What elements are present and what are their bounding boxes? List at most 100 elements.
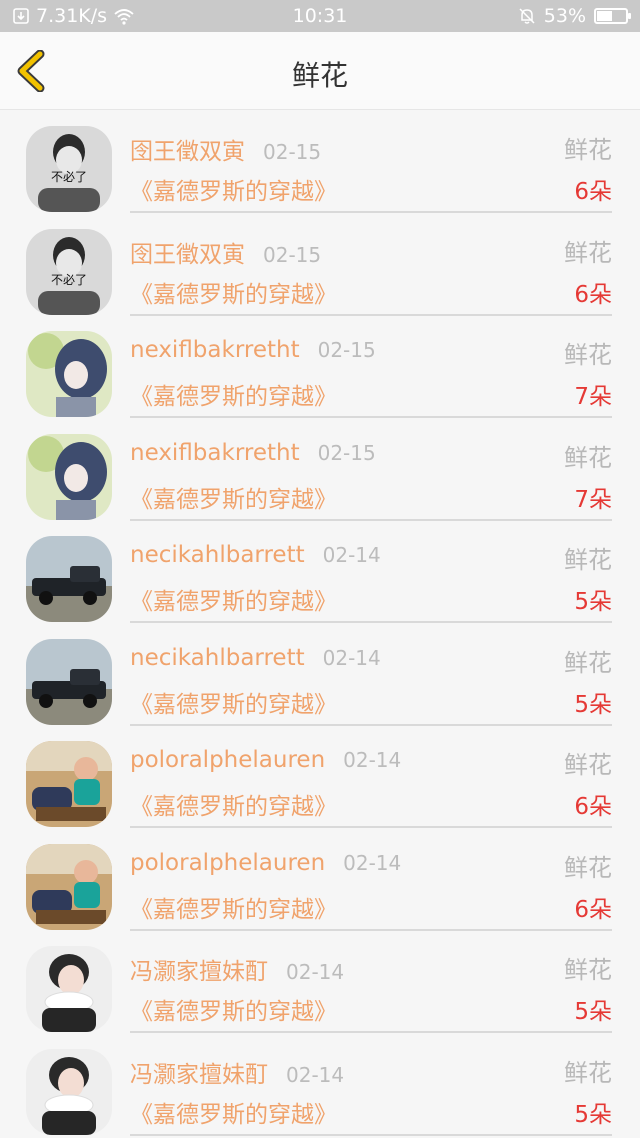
gift-type: 鲜花 bbox=[564, 1058, 612, 1087]
list-item[interactable]: poloralphelauren 02-14 《嘉德罗斯的穿越》 鲜花 6朵 bbox=[0, 725, 640, 828]
avatar[interactable] bbox=[26, 741, 112, 827]
list-item-user[interactable]: poloralphelauren 02-14 bbox=[130, 747, 401, 773]
user-name[interactable]: 冯灏家擅妹酊 bbox=[130, 1062, 268, 1088]
white-scarf-person-avatar-icon bbox=[26, 1048, 112, 1135]
gift-count: 7朵 bbox=[574, 384, 612, 410]
list-item-info: necikahlbarrett 02-14 《嘉德罗斯的穿越》 鲜花 5朵 bbox=[130, 623, 612, 726]
user-name[interactable]: 囹王徵双寅 bbox=[130, 242, 245, 268]
list-item-user[interactable]: poloralphelauren 02-14 bbox=[130, 850, 401, 876]
gift-type: 鲜花 bbox=[564, 238, 612, 267]
avatar[interactable] bbox=[26, 1048, 112, 1135]
book-title[interactable]: 《嘉德罗斯的穿越》 bbox=[130, 1095, 337, 1129]
avatar[interactable] bbox=[26, 433, 112, 520]
user-name[interactable]: necikahlbarrett bbox=[130, 542, 305, 568]
book-title[interactable]: 《嘉德罗斯的穿越》 bbox=[130, 992, 337, 1026]
white-scarf-person-avatar-icon bbox=[26, 946, 112, 1032]
gift-count: 6朵 bbox=[574, 794, 612, 820]
list-item[interactable]: 冯灏家擅妹酊 02-14 《嘉德罗斯的穿越》 鲜花 5朵 bbox=[0, 930, 640, 1033]
flower-record-list: 不必了 囹王徵双寅 02-15 《嘉德罗斯的穿越》 鲜花 6朵 不必了 囹王徵双寅… bbox=[0, 110, 640, 1136]
gift-date: 02-14 bbox=[343, 748, 402, 772]
list-item-user[interactable]: 冯灏家擅妹酊 02-14 bbox=[130, 1055, 344, 1089]
list-item-user[interactable]: 囹王徵双寅 02-15 bbox=[130, 132, 321, 166]
gift-count: 5朵 bbox=[574, 589, 612, 615]
gift-date: 02-14 bbox=[343, 850, 402, 875]
avatar-caption: 不必了 bbox=[51, 170, 87, 184]
gift-date: 02-15 bbox=[317, 440, 376, 465]
user-name[interactable]: nexiflbakrretht bbox=[130, 337, 300, 363]
list-item-user[interactable]: 囹王徵双寅 02-15 bbox=[130, 235, 321, 269]
gift-type: 鲜花 bbox=[564, 853, 612, 882]
gift-count: 5朵 bbox=[574, 1101, 612, 1128]
gift-type: 鲜花 bbox=[564, 136, 612, 164]
user-name[interactable]: poloralphelauren bbox=[130, 747, 325, 773]
gift-date: 02-15 bbox=[263, 140, 322, 164]
list-item-user[interactable]: 冯灏家擅妹酊 02-14 bbox=[130, 952, 344, 986]
user-name[interactable]: 冯灏家擅妹酊 bbox=[130, 959, 268, 985]
battery-icon bbox=[594, 8, 631, 24]
gift-type: 鲜花 bbox=[564, 648, 612, 677]
anime-girl-avatar-icon bbox=[26, 433, 112, 520]
list-item-user[interactable]: necikahlbarrett 02-14 bbox=[130, 645, 381, 671]
book-title[interactable]: 《嘉德罗斯的穿越》 bbox=[130, 582, 337, 616]
gift-count: 5朵 bbox=[574, 999, 612, 1025]
list-item[interactable]: 不必了 囹王徵双寅 02-15 《嘉德罗斯的穿越》 鲜花 6朵 bbox=[0, 213, 640, 316]
book-title[interactable]: 《嘉德罗斯的穿越》 bbox=[130, 890, 337, 924]
battery-fill bbox=[597, 11, 612, 21]
status-bar: 7.31K/s 10:31 53% bbox=[0, 0, 640, 32]
list-item[interactable]: nexiflbakrretht 02-15 《嘉德罗斯的穿越》 鲜花 7朵 bbox=[0, 315, 640, 418]
user-name[interactable]: 囹王徵双寅 bbox=[130, 139, 245, 165]
bw-man-avatar-icon: 不必了 bbox=[26, 126, 112, 212]
gift-type: 鲜花 bbox=[564, 751, 612, 779]
list-item-info: nexiflbakrretht 02-15 《嘉德罗斯的穿越》 鲜花 7朵 bbox=[130, 418, 612, 521]
list-item[interactable]: necikahlbarrett 02-14 《嘉德罗斯的穿越》 鲜花 5朵 bbox=[0, 520, 640, 623]
gift-count: 7朵 bbox=[574, 486, 612, 513]
user-name[interactable]: necikahlbarrett bbox=[130, 645, 305, 671]
bell-off-icon bbox=[519, 8, 535, 24]
list-item-info: 冯灏家擅妹酊 02-14 《嘉德罗斯的穿越》 鲜花 5朵 bbox=[130, 930, 612, 1033]
gift-type: 鲜花 bbox=[564, 956, 612, 984]
book-title[interactable]: 《嘉德罗斯的穿越》 bbox=[130, 275, 337, 309]
list-item-user[interactable]: nexiflbakrretht 02-15 bbox=[130, 337, 376, 363]
avatar-caption: 不必了 bbox=[51, 273, 87, 287]
book-title[interactable]: 《嘉德罗斯的穿越》 bbox=[130, 787, 337, 821]
avatar[interactable] bbox=[26, 946, 112, 1032]
bw-man-avatar-icon: 不必了 bbox=[26, 228, 112, 315]
avatar[interactable] bbox=[26, 843, 112, 930]
gift-count: 6朵 bbox=[574, 179, 612, 205]
list-item-info: poloralphelauren 02-14 《嘉德罗斯的穿越》 鲜花 6朵 bbox=[130, 828, 612, 931]
avatar[interactable] bbox=[26, 536, 112, 622]
avatar[interactable]: 不必了 bbox=[26, 126, 112, 212]
book-title[interactable]: 《嘉德罗斯的穿越》 bbox=[130, 377, 337, 411]
list-item-user[interactable]: nexiflbakrretht 02-15 bbox=[130, 440, 376, 466]
book-title[interactable]: 《嘉德罗斯的穿越》 bbox=[130, 172, 337, 206]
list-item-info: necikahlbarrett 02-14 《嘉德罗斯的穿越》 鲜花 5朵 bbox=[130, 520, 612, 623]
status-right: 53% bbox=[518, 5, 631, 27]
gift-date: 02-14 bbox=[286, 1062, 345, 1087]
list-item-info: 囹王徵双寅 02-15 《嘉德罗斯的穿越》 鲜花 6朵 bbox=[130, 110, 612, 213]
avatar[interactable] bbox=[26, 331, 112, 417]
gift-date: 02-15 bbox=[317, 338, 376, 362]
user-name[interactable]: poloralphelauren bbox=[130, 850, 325, 876]
book-title[interactable]: 《嘉德罗斯的穿越》 bbox=[130, 480, 337, 514]
gift-type: 鲜花 bbox=[564, 443, 612, 472]
vintage-car-avatar-icon bbox=[26, 536, 112, 622]
list-item[interactable]: 冯灏家擅妹酊 02-14 《嘉德罗斯的穿越》 鲜花 5朵 bbox=[0, 1033, 640, 1136]
list-item-info: 囹王徵双寅 02-15 《嘉德罗斯的穿越》 鲜花 6朵 bbox=[130, 213, 612, 316]
user-name[interactable]: nexiflbakrretht bbox=[130, 440, 300, 466]
gift-date: 02-15 bbox=[263, 242, 322, 267]
list-item[interactable]: poloralphelauren 02-14 《嘉德罗斯的穿越》 鲜花 6朵 bbox=[0, 828, 640, 931]
list-item-info: 冯灏家擅妹酊 02-14 《嘉德罗斯的穿越》 鲜花 5朵 bbox=[130, 1033, 612, 1136]
avatar[interactable]: 不必了 bbox=[26, 228, 112, 315]
list-item-user[interactable]: necikahlbarrett 02-14 bbox=[130, 542, 381, 568]
list-item[interactable]: 不必了 囹王徵双寅 02-15 《嘉德罗斯的穿越》 鲜花 6朵 bbox=[0, 110, 640, 213]
page-title: 鲜花 bbox=[291, 59, 348, 92]
gift-count: 5朵 bbox=[574, 691, 612, 718]
list-item[interactable]: nexiflbakrretht 02-15 《嘉德罗斯的穿越》 鲜花 7朵 bbox=[0, 418, 640, 521]
avatar[interactable] bbox=[26, 638, 112, 725]
book-title[interactable]: 《嘉德罗斯的穿越》 bbox=[130, 685, 337, 719]
list-item-info: nexiflbakrretht 02-15 《嘉德罗斯的穿越》 鲜花 7朵 bbox=[130, 315, 612, 418]
list-item[interactable]: necikahlbarrett 02-14 《嘉德罗斯的穿越》 鲜花 5朵 bbox=[0, 623, 640, 726]
child-photo-avatar-icon bbox=[26, 843, 112, 930]
battery-percent: 53% bbox=[543, 5, 586, 27]
gift-date: 02-14 bbox=[322, 645, 381, 670]
